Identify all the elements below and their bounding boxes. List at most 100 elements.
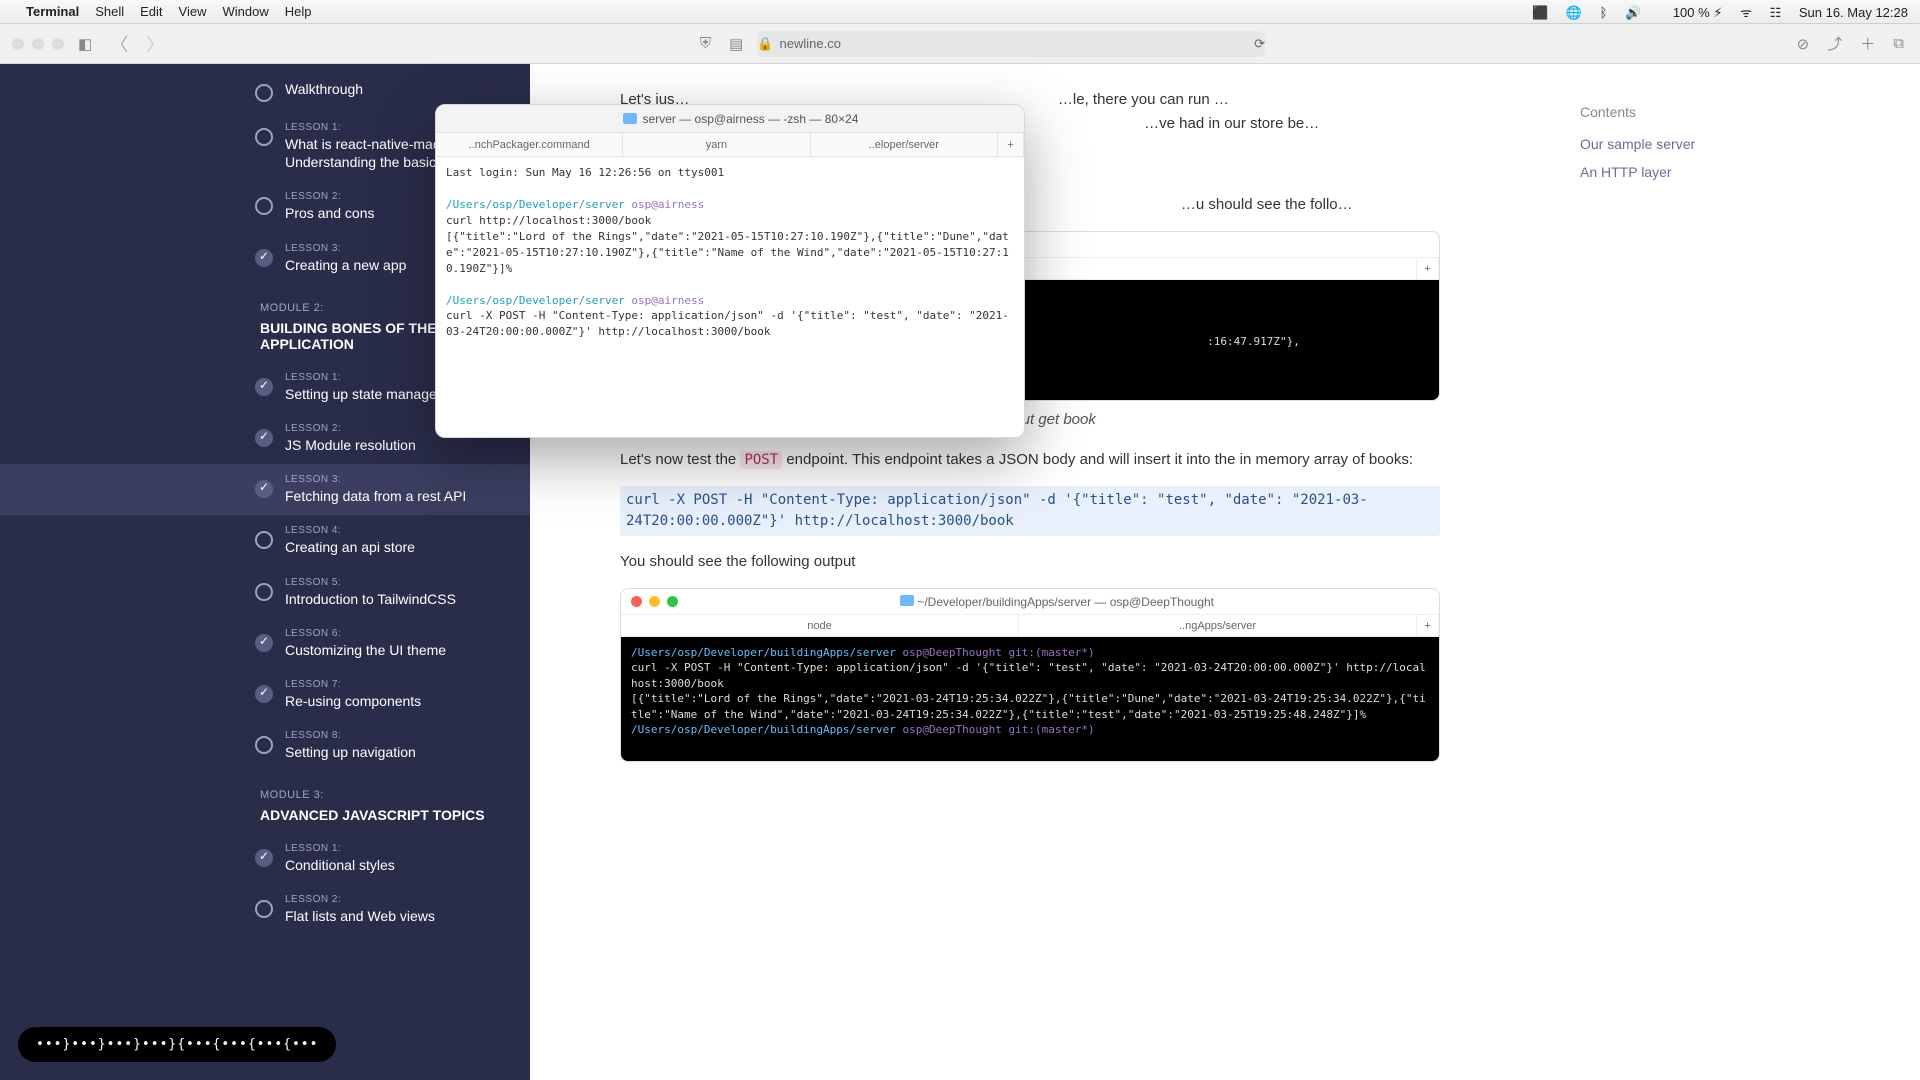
circle-icon: [255, 900, 273, 918]
lesson-item[interactable]: LESSON 7:Re-using components: [0, 669, 530, 720]
terminal-output: /Users/osp/Developer/buildingApps/server…: [621, 637, 1439, 761]
back-button[interactable]: 〈: [106, 31, 132, 57]
menu-view[interactable]: View: [179, 4, 207, 19]
screenrec-icon[interactable]: ⬛: [1532, 5, 1548, 20]
menu-help[interactable]: Help: [285, 4, 312, 19]
lesson-title: JS Module resolution: [285, 436, 416, 454]
terminal-tab: ..ngApps/server: [1019, 615, 1417, 636]
circle-icon: [255, 583, 273, 601]
lesson-title: Creating a new app: [285, 256, 406, 274]
share-icon[interactable]: ⤴: [1823, 33, 1846, 54]
sound-icon[interactable]: 🔊: [1625, 5, 1641, 20]
lesson-title: Walkthrough: [285, 80, 363, 98]
terminal-tab-plus: +: [1417, 615, 1439, 636]
lesson-number: LESSON 2:: [285, 894, 435, 905]
close-dot[interactable]: [12, 38, 24, 50]
lock-icon: 🔒: [757, 36, 773, 52]
terminal-tabs[interactable]: ..nchPackager.command yarn ..eloper/serv…: [436, 133, 1024, 157]
terminal-tab[interactable]: ..nchPackager.command: [436, 133, 623, 156]
check-circle-icon: [255, 480, 273, 498]
control-center-icon[interactable]: ☷: [1770, 5, 1782, 20]
check-circle-icon: [255, 634, 273, 652]
active-app-name[interactable]: Terminal: [26, 4, 79, 19]
new-tab-button[interactable]: +: [998, 133, 1024, 156]
macos-menubar: Terminal Shell Edit View Window Help ⬛ 🌐…: [0, 0, 1920, 24]
lesson-title: Flat lists and Web views: [285, 907, 435, 925]
terminal-title: server — osp@airness — -zsh — 80×24: [467, 112, 1014, 126]
close-icon: [631, 596, 642, 607]
terminal-body[interactable]: Last login: Sun May 16 12:26:56 on ttys0…: [436, 157, 1024, 437]
lesson-title: Creating an api store: [285, 538, 415, 556]
locale-icon[interactable]: 🌐: [1566, 5, 1582, 20]
module-label: MODULE 3:: [0, 771, 530, 807]
forward-button[interactable]: 〉: [142, 31, 168, 57]
lesson-title: Setting up navigation: [285, 743, 416, 761]
check-circle-icon: [255, 429, 273, 447]
minimize-dot[interactable]: [32, 38, 44, 50]
reload-icon[interactable]: ⟳: [1254, 36, 1265, 52]
terminal-tab: [1019, 258, 1417, 279]
post-test-para: Let's now test the POST endpoint. This e…: [620, 448, 1440, 472]
lesson-number: LESSON 3:: [285, 474, 466, 485]
terminal-window[interactable]: server — osp@airness — -zsh — 80×24 ..nc…: [435, 104, 1025, 438]
lesson-item[interactable]: LESSON 8: Setting up navigation: [0, 720, 530, 771]
lesson-item[interactable]: LESSON 2: Flat lists and Web views: [0, 884, 530, 935]
lesson-title: Customizing the UI theme: [285, 641, 446, 659]
new-tab-icon[interactable]: ＋: [1856, 33, 1879, 54]
check-circle-icon: [255, 378, 273, 396]
bluetooth-icon[interactable]: ᛒ: [1600, 5, 1608, 20]
lesson-item[interactable]: LESSON 1: Conditional styles: [0, 833, 530, 884]
terminal-screenshot-2: ~/Developer/buildingApps/server — osp@De…: [620, 588, 1440, 762]
terminal-tab: node: [621, 615, 1019, 636]
sidebar-toggle-icon[interactable]: ◧: [74, 35, 96, 53]
lesson-number: LESSON 6:: [285, 628, 446, 639]
lesson-title: Fetching data from a rest API: [285, 487, 466, 505]
lesson-title: Pros and cons: [285, 204, 375, 222]
lesson-number: LESSON 3:: [285, 243, 406, 254]
menubar-right: ⬛ 🌐 ᛒ 🔊 100 % ⚡︎ ᯤ ☷ Sun 16. May 12:28: [1518, 3, 1908, 21]
tabs-icon[interactable]: ⧉: [1889, 35, 1908, 52]
terminal-titlebar[interactable]: server — osp@airness — -zsh — 80×24: [436, 105, 1024, 133]
menu-shell[interactable]: Shell: [95, 4, 124, 19]
shield-icon[interactable]: ⛨: [696, 35, 715, 52]
lesson-item[interactable]: LESSON 6: Customizing the UI theme: [0, 618, 530, 669]
circle-icon: [255, 128, 273, 146]
module-name: ADVANCED JAVASCRIPT TOPICS: [0, 807, 530, 833]
lesson-number: LESSON 1:: [285, 843, 395, 854]
lesson-number: LESSON 8:: [285, 730, 416, 741]
wifi-icon[interactable]: ᯤ: [1740, 5, 1752, 20]
terminal-tab-plus: +: [1417, 258, 1439, 279]
battery-status[interactable]: 100 % ⚡︎: [1659, 5, 1723, 20]
lesson-item[interactable]: LESSON 3: Fetching data from a rest API: [0, 464, 530, 515]
terminal-tab[interactable]: yarn: [623, 133, 810, 156]
post-code: POST: [740, 451, 782, 469]
terminal-title: ~/Developer/buildingApps/server — osp@De…: [685, 595, 1429, 609]
window-controls[interactable]: [12, 38, 64, 50]
lesson-number: LESSON 7:: [285, 679, 421, 690]
folder-icon: [900, 595, 914, 606]
zoom-icon: [667, 596, 678, 607]
code-snippet-post: curl -X POST -H "Content-Type: applicati…: [620, 486, 1440, 536]
browser-toolbar: ◧ 〈 〉 ⛨ ▤ 🔒 newline.co ⟳ ⊘ ⤴ ＋ ⧉: [0, 24, 1920, 64]
site-settings-icon[interactable]: ▤: [725, 35, 747, 53]
downloads-icon[interactable]: ⊘: [1793, 35, 1814, 53]
terminal-tab[interactable]: ..eloper/server: [811, 133, 998, 156]
toc-link[interactable]: An HTTP layer: [1580, 164, 1880, 180]
check-circle-icon: [255, 685, 273, 703]
folder-icon: [623, 113, 637, 124]
lesson-title: Conditional styles: [285, 856, 395, 874]
lesson-item[interactable]: LESSON 4:Creating an api store: [0, 515, 530, 566]
circle-icon: [255, 531, 273, 549]
zoom-dot[interactable]: [52, 38, 64, 50]
address-text: newline.co: [780, 36, 841, 51]
clock[interactable]: Sun 16. May 12:28: [1799, 5, 1908, 20]
output-para: You should see the following output: [620, 550, 1440, 574]
toc-link[interactable]: Our sample server: [1580, 136, 1880, 152]
menu-window[interactable]: Window: [223, 4, 269, 19]
lesson-item[interactable]: LESSON 5:Introduction to TailwindCSS: [0, 567, 530, 618]
address-bar[interactable]: 🔒 newline.co ⟳: [757, 31, 1265, 57]
audio-recorder-pill[interactable]: •••}•••}•••}•••}{•••{•••{•••{•••: [18, 1027, 336, 1062]
menu-edit[interactable]: Edit: [140, 4, 162, 19]
lesson-number: LESSON 2:: [285, 423, 416, 434]
table-of-contents: Contents Our sample server An HTTP layer: [1520, 64, 1920, 1080]
